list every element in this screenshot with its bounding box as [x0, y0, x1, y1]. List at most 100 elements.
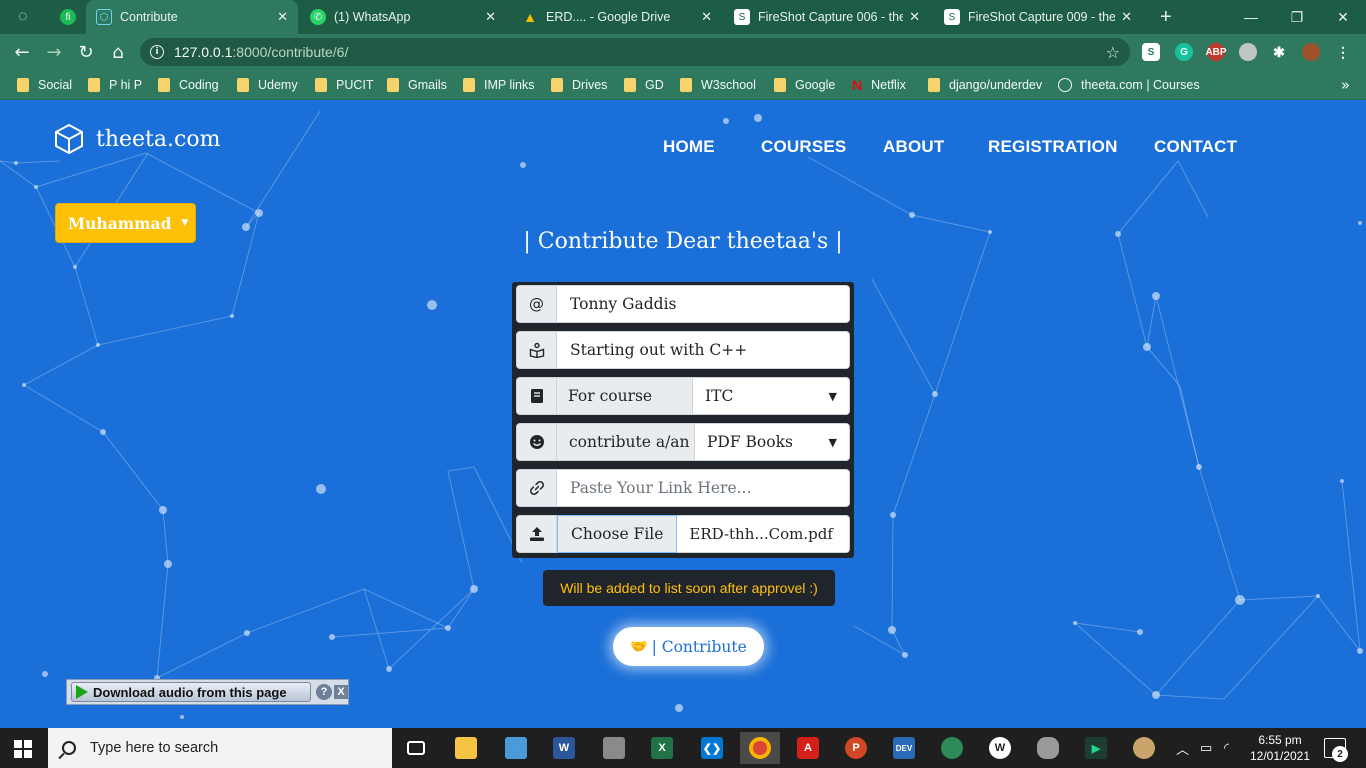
choose-file-button[interactable]: Choose File [557, 515, 678, 553]
minimize-button[interactable]: — [1228, 0, 1274, 34]
taskbar-app[interactable] [1124, 732, 1164, 764]
puzzle-icon[interactable]: ✱ [1270, 43, 1288, 61]
taskbar-file-explorer[interactable] [446, 732, 486, 764]
title-input[interactable]: Starting out with C++ [557, 331, 850, 369]
course-select[interactable]: ITC ▼ [693, 377, 850, 415]
tab-fireshot-009[interactable]: S FireShot Capture 009 - thee ✕ [934, 0, 1142, 34]
author-row: @ Tonny Gaddis [516, 285, 850, 323]
taskbar-search[interactable]: Type here to search [48, 728, 392, 768]
help-icon[interactable]: ? [316, 684, 332, 700]
taskbar-chrome[interactable] [740, 732, 780, 764]
bookmark-folder[interactable]: Social [17, 76, 72, 94]
bookmark-folder[interactable]: django/underdev [928, 76, 1042, 94]
taskbar-app[interactable]: ▶ [1076, 732, 1116, 764]
taskbar-vscode[interactable]: ❮❯ [692, 732, 732, 764]
link-icon [516, 469, 557, 507]
taskbar-powerpoint[interactable]: P [836, 732, 876, 764]
bookmark-courses[interactable]: theeta.com | Courses [1058, 76, 1200, 94]
tab-fireshot-006[interactable]: S FireShot Capture 006 - thee ✕ [724, 0, 930, 34]
nav-about[interactable]: ABOUT [883, 137, 944, 157]
close-icon[interactable]: ✕ [701, 9, 712, 25]
file-row: Choose File ERD-thh...Com.pdf [516, 515, 850, 553]
taskbar-excel[interactable]: X [642, 732, 682, 764]
back-button[interactable]: ← [9, 39, 35, 65]
forward-button[interactable]: → [41, 39, 67, 65]
home-button[interactable]: ⌂ [105, 39, 131, 65]
address-bar[interactable]: i 127.0.0.1:8000/contribute/6/ ☆ [140, 38, 1130, 66]
book-reader-icon [516, 331, 557, 369]
course-row: For course ITC ▼ [516, 377, 850, 415]
folder-icon [551, 78, 563, 92]
bookmark-label: Social [38, 78, 73, 92]
pinned-tab[interactable]: fi [50, 0, 84, 34]
author-input[interactable]: Tonny Gaddis [557, 285, 850, 323]
tab-google-drive[interactable]: ▲ ERD.... - Google Drive ✕ [512, 0, 722, 34]
paint-icon [1133, 737, 1155, 759]
download-audio-button[interactable]: Download audio from this page [71, 682, 311, 702]
close-icon[interactable]: X [334, 685, 348, 699]
bookmark-label: PUCIT [336, 78, 374, 92]
bookmark-folder[interactable]: IMP links [463, 76, 534, 94]
taskbar-app[interactable] [932, 732, 972, 764]
nav-registration[interactable]: REGISTRATION [988, 137, 1118, 157]
taskbar-app[interactable]: W [980, 732, 1020, 764]
site-logo[interactable]: theeta.com [54, 123, 220, 155]
close-icon[interactable]: ✕ [277, 9, 288, 25]
bookmark-netflix[interactable]: N Netflix [852, 76, 906, 94]
new-tab-button[interactable]: + [1150, 0, 1180, 34]
battery-icon[interactable]: ▭ [1200, 728, 1212, 768]
bookmark-folder[interactable]: Drives [551, 76, 607, 94]
adblock-icon[interactable]: ABP [1205, 43, 1227, 61]
taskbar-devcpp[interactable]: DEV [884, 732, 924, 764]
fireshot-extension-icon[interactable]: S [1142, 43, 1160, 61]
contribute-button[interactable]: 🤝 | Contribute [613, 627, 764, 666]
tray-chevron-icon[interactable]: ︿ [1176, 728, 1189, 768]
close-icon[interactable]: ✕ [909, 9, 920, 25]
taskbar-app[interactable] [594, 732, 634, 764]
reload-button[interactable]: ↻ [73, 39, 99, 65]
info-icon[interactable]: i [150, 45, 164, 59]
chrome-icon [749, 737, 771, 759]
browser-toolbar: ← → ↻ ⌂ i 127.0.0.1:8000/contribute/6/ ☆… [0, 34, 1366, 70]
grammarly-icon[interactable]: G [1175, 43, 1193, 61]
bookmark-folder[interactable]: Coding [158, 76, 219, 94]
bookmark-folder[interactable]: W3school [680, 76, 756, 94]
avatar[interactable] [1302, 43, 1320, 61]
tab-contribute[interactable]: ⬡ Contribute ✕ [86, 0, 298, 34]
nav-courses[interactable]: COURSES [761, 137, 846, 157]
close-icon[interactable]: ✕ [485, 9, 496, 25]
restore-button[interactable]: ❐ [1274, 0, 1320, 34]
type-selected: PDF Books [707, 433, 793, 451]
type-select[interactable]: PDF Books ▼ [695, 423, 850, 461]
logo-text: theeta.com [96, 126, 221, 152]
taskbar-acrobat[interactable]: A [788, 732, 828, 764]
task-view-button[interactable] [396, 732, 436, 764]
nav-home[interactable]: HOME [663, 137, 715, 157]
loading-icon: ◌ [18, 8, 28, 25]
taskbar-word[interactable]: W [544, 732, 584, 764]
tab-whatsapp[interactable]: ✆ (1) WhatsApp ✕ [300, 0, 506, 34]
chevron-down-icon: ▼ [828, 389, 837, 403]
wifi-icon[interactable]: ◜ [1224, 728, 1229, 768]
more-bookmarks-icon[interactable]: » [1341, 76, 1350, 94]
bookmark-folder[interactable]: PUCIT [315, 76, 374, 94]
url-text[interactable]: 127.0.0.1:8000/contribute/6/ [174, 44, 348, 60]
close-icon[interactable]: ✕ [1121, 9, 1132, 25]
bookmark-folder[interactable]: GD [624, 76, 664, 94]
bookmark-folder[interactable]: P hi P [88, 76, 142, 94]
link-input[interactable]: Paste Your Link Here... [557, 469, 850, 507]
close-window-button[interactable]: ✕ [1320, 0, 1366, 34]
bookmark-folder[interactable]: Google [774, 76, 835, 94]
bookmark-label: Drives [572, 78, 608, 92]
menu-icon[interactable]: ⋮ [1334, 43, 1352, 61]
folder-icon [17, 78, 29, 92]
nav-contact[interactable]: CONTACT [1154, 137, 1237, 157]
bookmark-folder[interactable]: Gmails [387, 76, 447, 94]
taskbar-clock[interactable]: 6:55 pm 12/01/2021 [1248, 732, 1312, 764]
extension-icon[interactable] [1239, 43, 1257, 61]
windows-start-icon[interactable] [14, 740, 32, 758]
bookmark-folder[interactable]: Udemy [237, 76, 298, 94]
bookmark-star-icon[interactable]: ☆ [1106, 43, 1120, 62]
taskbar-app[interactable] [1028, 732, 1068, 764]
taskbar-app[interactable] [496, 732, 536, 764]
